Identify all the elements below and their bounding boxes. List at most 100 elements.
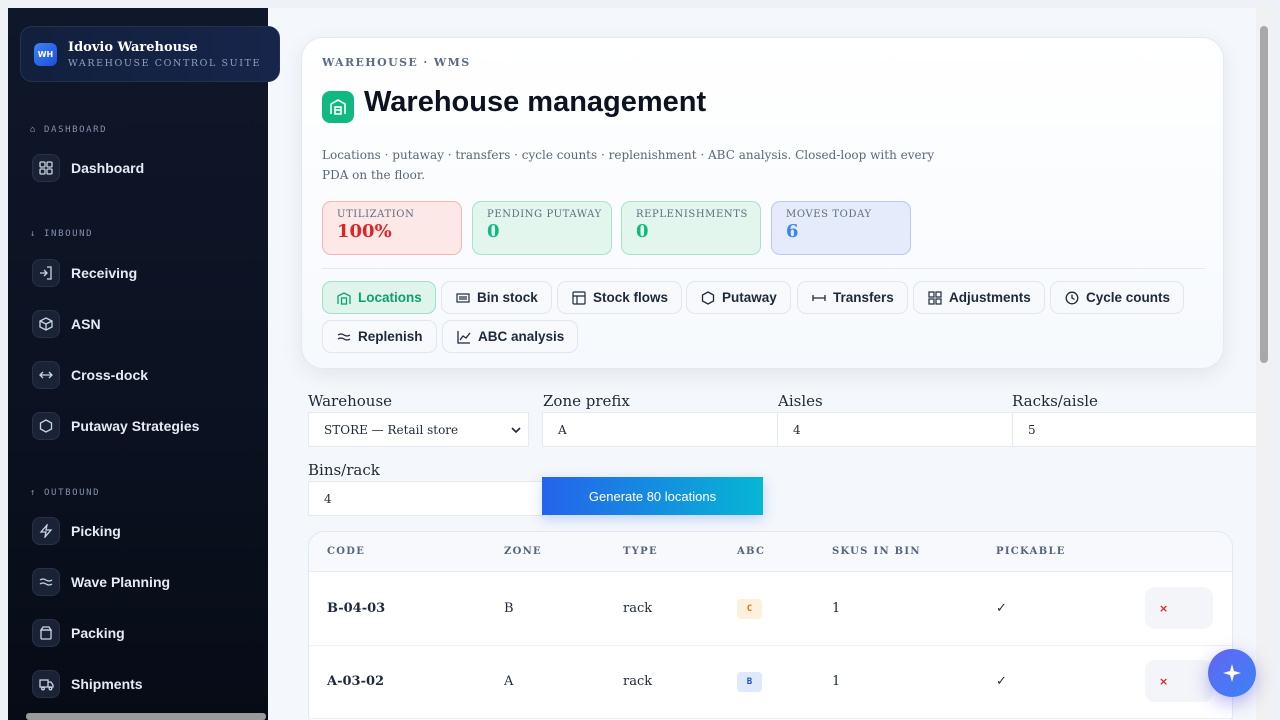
- cell-type: rack: [623, 601, 653, 616]
- divider: [322, 268, 1205, 269]
- column-header-type[interactable]: TYPE: [623, 546, 658, 557]
- stat-moves-today: MOVES TODAY 6: [771, 201, 911, 255]
- column-header-zone[interactable]: ZONE: [504, 546, 542, 557]
- page-title: Warehouse management: [364, 86, 707, 118]
- stat-label: PENDING PUTAWAY: [487, 209, 602, 220]
- clock-icon: [1065, 291, 1079, 304]
- sidebar-item-label: Cross-dock: [71, 367, 149, 383]
- bolt-icon: [32, 517, 60, 545]
- sidebar-item-wave-planning[interactable]: Wave Planning: [32, 567, 262, 597]
- hexagon-icon: [701, 290, 715, 305]
- sidebar-item-cross-dock[interactable]: Cross-dock: [32, 360, 262, 390]
- tab-bin-stock[interactable]: Bin stock: [441, 281, 552, 314]
- table-row[interactable]: B-04-03 B rack C 1 ✓ ×: [309, 573, 1232, 646]
- sidebar-item-packing[interactable]: Packing: [32, 618, 262, 648]
- delete-location-button[interactable]: ×: [1145, 660, 1213, 702]
- app-frame: WH Idovio Warehouse WAREHOUSE CONTROL SU…: [8, 8, 1256, 720]
- package-icon: [32, 619, 60, 647]
- cell-pickable: ✓: [996, 601, 1007, 616]
- section-label-dashboard: ⌂ DASHBOARD: [30, 125, 108, 135]
- tab-label: Locations: [358, 290, 422, 305]
- sidebar-item-label: Shipments: [71, 676, 143, 692]
- aisles-input[interactable]: [777, 412, 1013, 447]
- tab-transfers[interactable]: Transfers: [797, 281, 908, 314]
- sidebar-item-label: ASN: [71, 316, 101, 332]
- hero-card: WAREHOUSE · WMS Warehouse management Loc…: [301, 37, 1224, 369]
- sidebar-item-shipments[interactable]: Shipments: [32, 669, 262, 699]
- transfer-icon: [812, 294, 826, 301]
- tab-replenish[interactable]: Replenish: [322, 320, 437, 353]
- tab-putaway[interactable]: Putaway: [686, 281, 791, 314]
- generate-locations-button[interactable]: Generate 80 locations: [542, 477, 763, 515]
- racks-per-aisle-label: Racks/aisle: [1012, 392, 1098, 410]
- brand-card[interactable]: WH Idovio Warehouse WAREHOUSE CONTROL SU…: [20, 26, 280, 82]
- cell-pickable: ✓: [996, 674, 1007, 689]
- tab-abc-analysis[interactable]: ABC analysis: [442, 320, 579, 353]
- warehouse-select[interactable]: STORE — Retail store: [308, 412, 529, 447]
- stat-replenishments: REPLENISHMENTS 0: [621, 201, 761, 255]
- stat-utilization: UTILIZATION 100%: [322, 201, 462, 255]
- sparkle-icon: [1223, 664, 1241, 682]
- column-header-code[interactable]: CODE: [327, 546, 365, 557]
- brand-subtitle: WAREHOUSE CONTROL SUITE: [68, 58, 262, 69]
- zone-prefix-label: Zone prefix: [543, 392, 630, 410]
- sidebar-item-asn[interactable]: ASN: [32, 309, 262, 339]
- zone-prefix-input[interactable]: [542, 412, 778, 447]
- table-header: CODE ZONE TYPE ABC SKUS IN BIN PICKABLE: [309, 532, 1232, 572]
- main-content: WAREHOUSE · WMS Warehouse management Loc…: [268, 8, 1256, 720]
- sidebar-item-label: Picking: [71, 523, 121, 539]
- table-row[interactable]: A-03-02 A rack B 1 ✓ ×: [309, 646, 1232, 719]
- horizontal-scrollbar-thumb[interactable]: [26, 713, 266, 720]
- assistant-fab-button[interactable]: [1208, 649, 1256, 697]
- warehouse-icon: [322, 91, 354, 123]
- tab-label: Stock flows: [593, 290, 669, 305]
- column-header-pickable[interactable]: PICKABLE: [996, 546, 1066, 557]
- tab-stock-flows[interactable]: Stock flows: [557, 281, 683, 314]
- stat-pending-putaway: PENDING PUTAWAY 0: [472, 201, 612, 255]
- chevron-down-icon: [511, 426, 521, 433]
- delete-location-button[interactable]: ×: [1145, 587, 1213, 629]
- warehouse-select-value: STORE — Retail store: [324, 422, 459, 437]
- close-icon: ×: [1159, 601, 1169, 615]
- tab-adjustments[interactable]: Adjustments: [913, 281, 1045, 314]
- tab-locations[interactable]: Locations: [322, 281, 436, 314]
- box-icon: [32, 310, 60, 338]
- stat-label: MOVES TODAY: [786, 209, 872, 220]
- warehouse-label: Warehouse: [308, 392, 393, 410]
- cell-type: rack: [623, 674, 653, 689]
- tab-label: Transfers: [833, 290, 894, 305]
- stat-label: REPLENISHMENTS: [636, 209, 748, 220]
- scrollbar-thumb[interactable]: [1260, 26, 1268, 363]
- sidebar-item-putaway-strategies[interactable]: Putaway Strategies: [32, 411, 262, 441]
- breadcrumb: WAREHOUSE · WMS: [322, 56, 471, 69]
- tab-label: Cycle counts: [1086, 290, 1171, 305]
- locations-table: CODE ZONE TYPE ABC SKUS IN BIN PICKABLE …: [308, 531, 1233, 720]
- cell-code: A-03-02: [327, 674, 385, 689]
- racks-per-aisle-input[interactable]: [1012, 412, 1256, 447]
- sidebar-item-picking[interactable]: Picking: [32, 516, 262, 546]
- close-icon: ×: [1159, 674, 1169, 688]
- sidebar-item-receiving[interactable]: Receiving: [32, 258, 262, 288]
- stat-label: UTILIZATION: [337, 209, 415, 220]
- sidebar-item-dashboard[interactable]: Dashboard: [32, 153, 262, 183]
- tab-label: Replenish: [358, 329, 423, 344]
- stat-value: 0: [487, 221, 500, 242]
- grid-icon: [32, 154, 60, 182]
- sidebar-item-label: Wave Planning: [71, 574, 171, 590]
- stat-value: 100%: [337, 221, 392, 242]
- vertical-scrollbar[interactable]: [1256, 8, 1272, 720]
- section-label-outbound: ↑ OUTBOUND: [30, 488, 101, 498]
- stat-value: 6: [786, 221, 799, 242]
- sidebar: WH Idovio Warehouse WAREHOUSE CONTROL SU…: [8, 8, 280, 720]
- bins-per-rack-label: Bins/rack: [308, 461, 380, 479]
- column-header-skus-in-bin[interactable]: SKUS IN BIN: [832, 546, 921, 557]
- bins-per-rack-input[interactable]: [308, 481, 544, 516]
- brand-title: Idovio Warehouse: [68, 40, 198, 55]
- login-icon: [32, 259, 60, 287]
- aisles-label: Aisles: [778, 392, 823, 410]
- hexagon-icon: [32, 412, 60, 440]
- waves-icon: [32, 568, 60, 596]
- table-icon: [572, 290, 586, 305]
- tab-cycle-counts[interactable]: Cycle counts: [1050, 281, 1185, 314]
- column-header-abc[interactable]: ABC: [737, 546, 765, 557]
